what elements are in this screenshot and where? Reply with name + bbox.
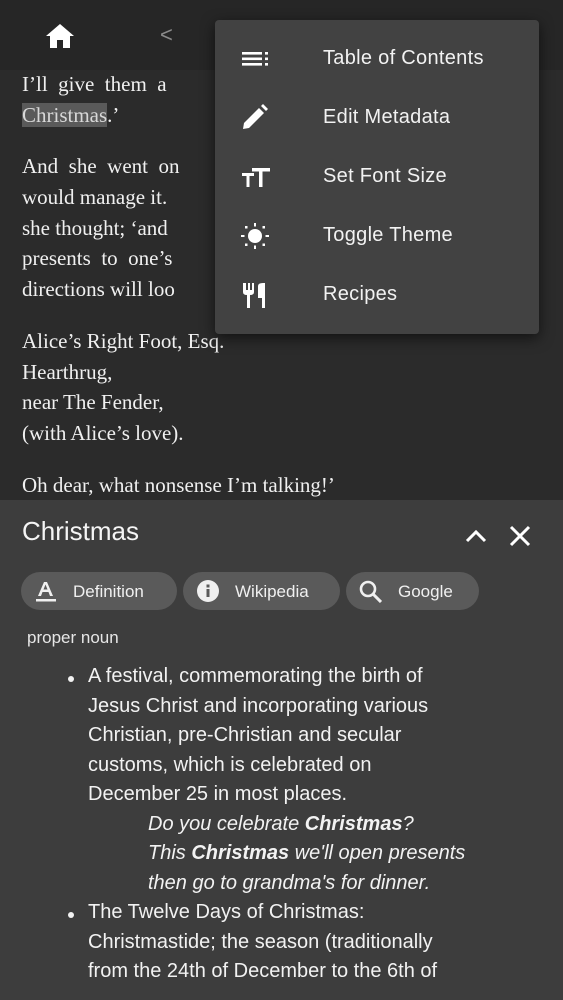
reader-line: would manage it. — [22, 185, 168, 209]
menu-item-set-font-size[interactable]: Set Font Size — [215, 148, 539, 207]
example-line: Do you celebrate Christmas? — [148, 812, 414, 835]
reader-line: she thought; ‘and — [22, 216, 168, 240]
menu-item-label: Toggle Theme — [323, 224, 453, 246]
menu-item-label: Table of Contents — [323, 47, 484, 69]
example-line: then go to grandma's for dinner. — [148, 871, 431, 894]
reader-line: I’ll give them a — [22, 72, 167, 96]
definition-icon — [33, 579, 59, 603]
reader-line: Hearthrug, — [22, 360, 113, 384]
utensils-icon — [239, 280, 273, 310]
definition-line: December 25 in most places. — [88, 783, 348, 805]
dictionary-word: Christmas — [22, 516, 140, 546]
example-line: This Christmas we'll open presents — [148, 842, 466, 864]
home-icon[interactable] — [44, 22, 76, 50]
definition-line: customs, which is celebrated on — [88, 753, 372, 776]
definition-line: from the 24th of December to the 6th of — [88, 960, 438, 982]
reader-line: Christmas.’ — [22, 103, 120, 127]
menu-item-edit-metadata[interactable]: Edit Metadata — [215, 89, 539, 148]
menu-item-label: Set Font Size — [323, 165, 447, 187]
overflow-menu: Table of Contents Edit Metadata Set Font… — [215, 20, 539, 334]
tab-wikipedia[interactable]: Wikipedia — [183, 572, 340, 610]
dictionary-sheet: Christmas Definition Wikipedia Google pr… — [0, 500, 563, 1000]
tab-label: Wikipedia — [235, 582, 309, 601]
menu-item-table-of-contents[interactable]: Table of Contents — [215, 30, 539, 89]
definition-line: The Twelve Days of Christmas: — [88, 901, 365, 923]
font-size-icon — [239, 162, 273, 192]
menu-item-recipes[interactable]: Recipes — [215, 266, 539, 325]
info-icon — [195, 579, 221, 603]
definition-line: Christmastide; the season (traditionally — [88, 930, 433, 953]
tab-google[interactable]: Google — [346, 572, 479, 610]
reader-line: presents to one’s — [22, 246, 173, 270]
definition-line: Jesus Christ and incorporating various — [88, 694, 429, 717]
reader-line: near The Fender, — [22, 390, 164, 414]
pencil-icon — [239, 103, 273, 133]
reader-line: Oh dear, what nonsense I’m talking!’ — [22, 473, 335, 497]
bullet — [68, 912, 74, 918]
chevron-up-icon[interactable] — [462, 524, 490, 548]
search-icon — [358, 579, 384, 604]
reader-line: Alice’s Right Foot, Esq. — [22, 329, 225, 353]
highlighted-word[interactable]: Christmas — [22, 103, 108, 127]
menu-item-label: Edit Metadata — [323, 106, 451, 128]
definition-line: Christian, pre-Christian and secular — [88, 724, 402, 746]
menu-item-toggle-theme[interactable]: Toggle Theme — [215, 207, 539, 266]
bullet — [68, 676, 74, 682]
close-icon[interactable] — [506, 522, 534, 550]
part-of-speech: proper noun — [27, 628, 119, 647]
chevron-left-icon[interactable]: < — [160, 22, 182, 48]
reader-line: directions will loo — [22, 277, 175, 301]
tab-label: Google — [398, 582, 453, 601]
menu-item-label: Recipes — [323, 283, 398, 305]
reader-line: And she went on — [22, 154, 180, 178]
definition-line: A festival, commemorating the birth of — [88, 665, 423, 687]
reader-line: (with Alice’s love). — [22, 421, 184, 445]
tab-definition[interactable]: Definition — [21, 572, 177, 610]
tab-label: Definition — [73, 582, 144, 601]
brightness-icon — [239, 221, 273, 251]
toc-icon — [239, 44, 273, 74]
